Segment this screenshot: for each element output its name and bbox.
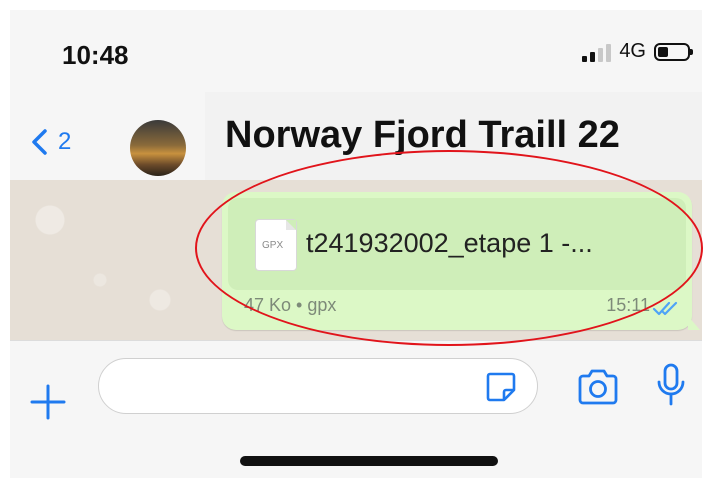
avatar[interactable] xyxy=(130,120,186,176)
chat-title-box[interactable]: Norway Fjord Traill 22 xyxy=(205,92,702,180)
status-indicators: 4G xyxy=(582,40,693,63)
message-time: 15:11 xyxy=(606,295,650,315)
chevron-left-icon xyxy=(32,129,47,155)
battery-icon xyxy=(654,42,693,61)
chat-background: GPX t241932002_etape 1 -... 47 Ko • gpx … xyxy=(10,180,702,340)
phone-screen: 10:48 4G 2 Norway Fjord Traill 22 GPX t2… xyxy=(10,10,702,478)
sticker-icon[interactable] xyxy=(484,370,518,404)
file-extension: GPX xyxy=(262,240,284,251)
double-check-icon xyxy=(652,301,678,316)
divider xyxy=(10,340,702,341)
message-bubble[interactable]: GPX t241932002_etape 1 -... 47 Ko • gpx … xyxy=(222,192,700,330)
document-icon: GPX xyxy=(256,220,296,270)
plus-icon[interactable] xyxy=(28,382,68,422)
signal-icon xyxy=(582,42,612,62)
file-name: t241932002_etape 1 -... xyxy=(306,228,593,258)
file-attachment[interactable]: GPX t241932002_etape 1 -... xyxy=(228,198,686,290)
status-time: 10:48 xyxy=(62,40,129,70)
file-meta: 47 Ko • gpx xyxy=(244,295,337,315)
camera-icon[interactable] xyxy=(576,368,620,406)
network-type: 4G xyxy=(619,40,646,62)
home-indicator[interactable] xyxy=(240,456,498,466)
back-button[interactable]: 2 xyxy=(30,128,71,156)
microphone-icon[interactable] xyxy=(654,362,688,410)
chat-title: Norway Fjord Traill 22 xyxy=(225,114,620,156)
message-input[interactable] xyxy=(98,358,538,414)
unread-count: 2 xyxy=(58,128,72,155)
